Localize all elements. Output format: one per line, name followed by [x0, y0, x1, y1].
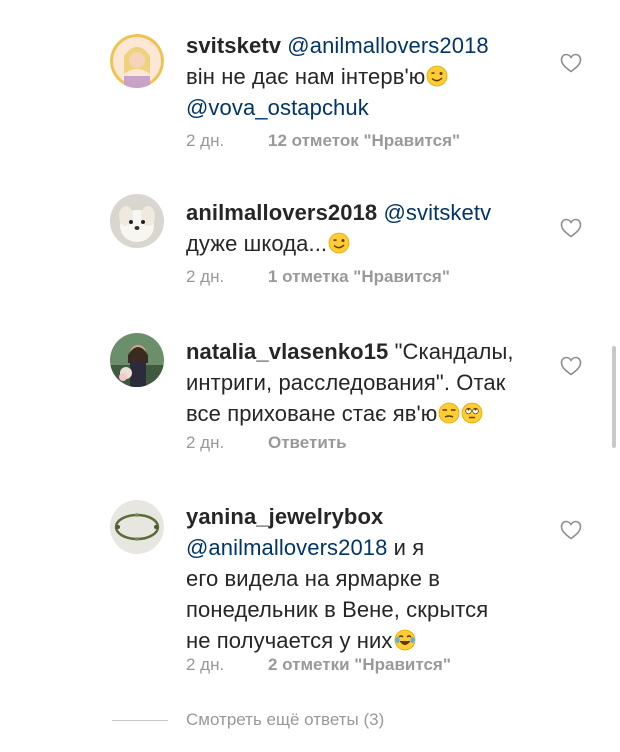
comment-username[interactable]: natalia_vlasenko15 — [186, 339, 388, 364]
comment-body: svitsketv @anilmallovers2018 він не дає … — [186, 30, 546, 123]
comment-meta: 2 дн. 2 отметки "Нравится" — [186, 655, 451, 675]
heart-outline-icon[interactable] — [560, 520, 582, 540]
likes-count[interactable]: 12 отметок "Нравится" — [268, 131, 460, 150]
scrollbar[interactable] — [612, 346, 616, 448]
divider — [112, 720, 168, 721]
comment-text: интриги, расследования". Отак — [186, 370, 506, 395]
heart-outline-icon[interactable] — [560, 53, 582, 73]
view-more-replies-button[interactable]: Смотреть ещё ответы (3) — [186, 710, 384, 730]
comment-body: anilmallovers2018 @svitsketv дуже шкода.… — [186, 197, 546, 259]
comment-body: natalia_vlasenko15 "Скандалы, интриги, р… — [186, 336, 546, 429]
heart-outline-icon[interactable] — [560, 218, 582, 238]
comment-text: він не дає нам інтерв'ю — [186, 64, 426, 89]
comment-text: все приховане стає яв'ю — [186, 401, 438, 426]
avatar[interactable] — [110, 500, 164, 554]
comment-text: и я — [387, 535, 425, 560]
mention-link[interactable]: @svitsketv — [384, 200, 492, 225]
comment-text: понедельник в Вене, скрытся — [186, 597, 489, 622]
avatar[interactable] — [110, 333, 164, 387]
comment-meta: 2 дн. Ответить — [186, 433, 347, 453]
avatar[interactable] — [110, 34, 164, 88]
face-with-rolling-eyes-emoji-icon — [461, 402, 483, 424]
comment-text: не получается у них — [186, 628, 393, 653]
comment-time: 2 дн. — [186, 655, 225, 674]
comment-body: yanina_jewelrybox @anilmallovers2018 и я… — [186, 501, 546, 656]
comment-text: "Скандалы, — [388, 339, 514, 364]
mention-link[interactable]: @vova_ostapchuk — [186, 95, 369, 120]
comment-meta: 2 дн. 12 отметок "Нравится" — [186, 131, 460, 151]
reply-button[interactable]: Ответить — [268, 433, 347, 452]
comment-meta: 2 дн. 1 отметка "Нравится" — [186, 267, 450, 287]
comment-time: 2 дн. — [186, 433, 225, 452]
likes-count[interactable]: 1 отметка "Нравится" — [268, 267, 450, 286]
comment-username[interactable]: yanina_jewelrybox — [186, 504, 383, 529]
comment-time: 2 дн. — [186, 267, 225, 286]
likes-count[interactable]: 2 отметки "Нравится" — [268, 655, 451, 674]
comment-username[interactable]: anilmallovers2018 — [186, 200, 377, 225]
comment-text: его видела на ярмарке в — [186, 566, 441, 591]
face-with-tears-of-joy-emoji-icon — [394, 629, 415, 651]
avatar[interactable] — [110, 194, 164, 248]
mention-link[interactable]: @anilmallovers2018 — [287, 33, 488, 58]
winking-face-emoji-icon — [426, 65, 448, 87]
mention-link[interactable]: @anilmallovers2018 — [186, 535, 387, 560]
heart-outline-icon[interactable] — [560, 356, 582, 376]
unamused-face-emoji-icon — [438, 402, 460, 424]
winking-face-emoji-icon — [328, 232, 350, 254]
comment-username[interactable]: svitsketv — [186, 33, 281, 58]
comment-text: дуже шкода... — [186, 231, 328, 256]
comment-time: 2 дн. — [186, 131, 225, 150]
